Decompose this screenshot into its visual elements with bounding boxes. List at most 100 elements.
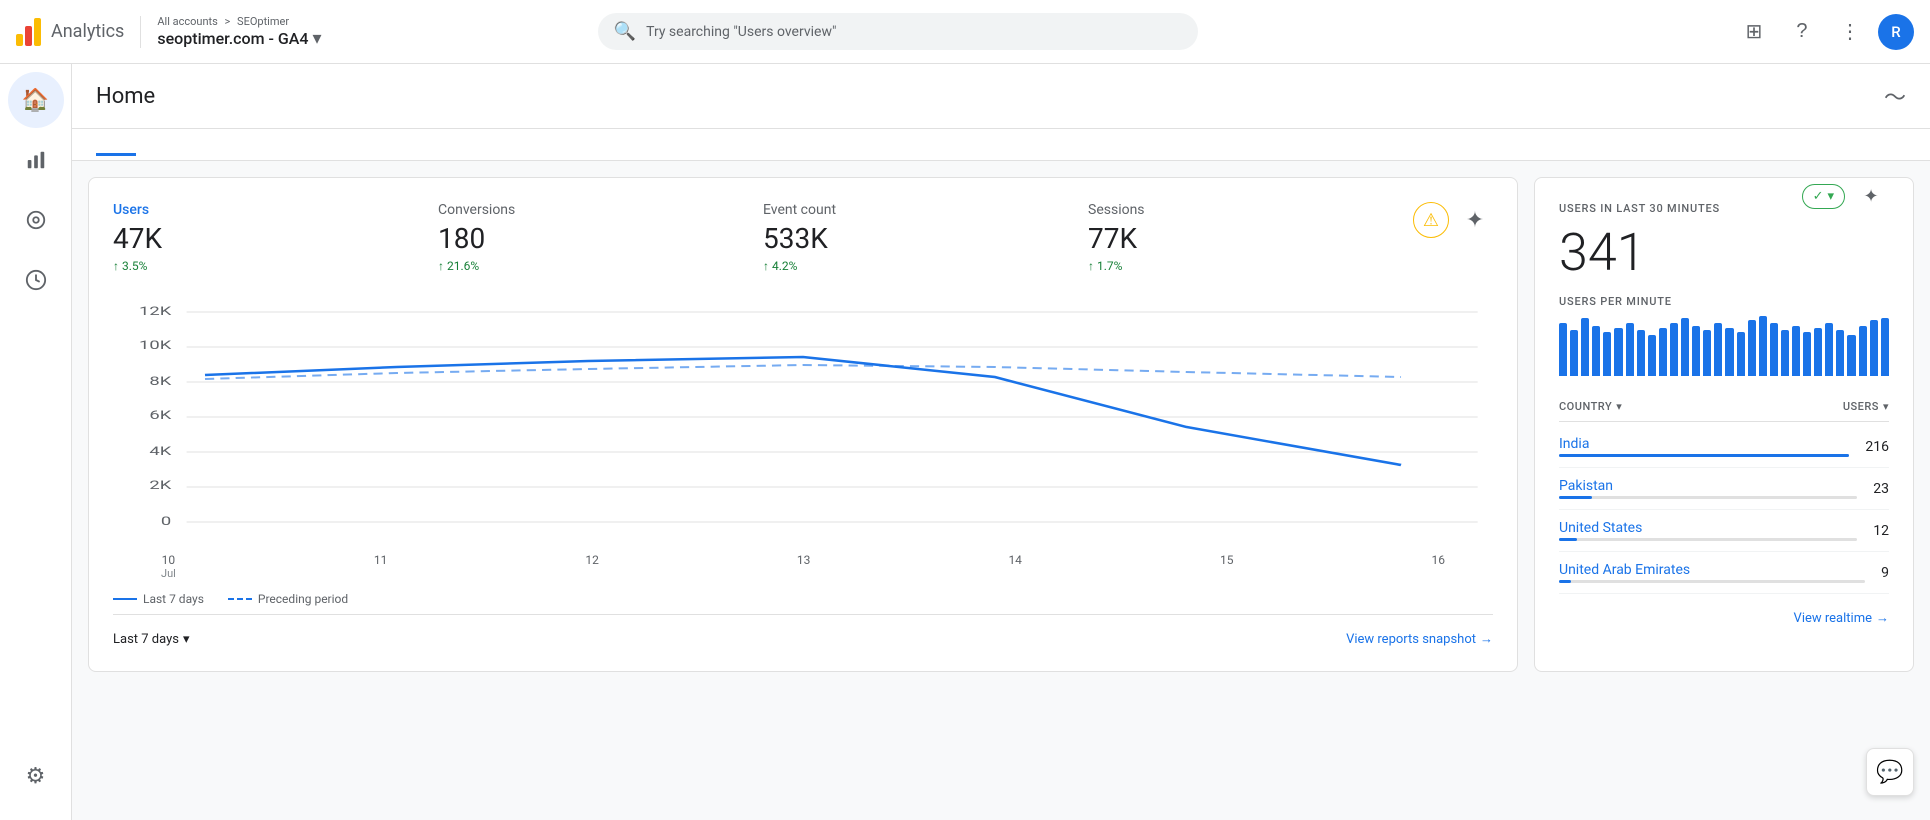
metric-event-count[interactable]: Event count 533K 4.2% xyxy=(763,202,1056,273)
date-selector[interactable]: Last 7 days ▾ xyxy=(113,632,190,647)
country-name[interactable]: United Arab Emirates xyxy=(1559,562,1865,578)
content-area: Home 〜 Users 47K 3.5% Conversions xyxy=(72,64,1930,820)
page-title: Home xyxy=(96,84,155,109)
chart-x-label-14: 14 xyxy=(1008,553,1022,580)
bar xyxy=(1603,332,1611,376)
metric-conversions-value: 180 xyxy=(438,222,731,255)
page-header: Home 〜 xyxy=(72,64,1930,129)
bar xyxy=(1814,328,1822,376)
help-button[interactable]: ? xyxy=(1782,12,1822,52)
country-value: 9 xyxy=(1881,565,1889,581)
rt-actions: ✓ ▾ ✦ xyxy=(1802,178,1889,214)
bar xyxy=(1737,332,1745,376)
metric-users-value: 47K xyxy=(113,222,406,255)
users-sort-icon: ▾ xyxy=(1883,400,1889,413)
sidebar-item-home[interactable]: 🏠 xyxy=(8,72,64,128)
metric-sessions-label: Sessions xyxy=(1088,202,1381,218)
sidebar-settings[interactable]: ⚙ xyxy=(8,748,64,804)
realtime-card: USERS IN LAST 30 MINUTES ✓ ▾ ✦ 341 USERS… xyxy=(1534,177,1914,672)
metric-event-count-change: 4.2% xyxy=(763,259,1056,273)
bar xyxy=(1836,330,1844,376)
progress-bar xyxy=(1559,580,1571,583)
country-name[interactable]: Pakistan xyxy=(1559,478,1857,494)
card-footer: Last 7 days ▾ View reports snapshot → xyxy=(113,614,1493,647)
table-header: COUNTRY ▾ USERS ▾ xyxy=(1559,392,1889,422)
chart-x-label-11: 11 xyxy=(374,553,388,580)
bar xyxy=(1637,330,1645,376)
country-name[interactable]: India xyxy=(1559,436,1849,452)
legend-preceding-label: Preceding period xyxy=(258,592,348,606)
sidebar-item-explore[interactable] xyxy=(8,192,64,248)
progress-bar xyxy=(1559,496,1592,499)
breadcrumb: All accounts > SEOptimer seoptimer.com -… xyxy=(157,15,321,49)
bar xyxy=(1614,328,1622,376)
arrow-icon: → xyxy=(1480,631,1493,647)
logo-bar-2 xyxy=(25,26,32,46)
search-icon: 🔍 xyxy=(614,21,636,42)
chart-x-label-10: 10 Jul xyxy=(161,553,176,580)
bar xyxy=(1859,326,1867,376)
tab-bar xyxy=(72,129,1930,161)
country-name[interactable]: United States xyxy=(1559,520,1857,536)
country-cell: United States xyxy=(1559,520,1857,541)
country-value: 23 xyxy=(1873,481,1889,497)
legend-line-preceding xyxy=(228,598,252,600)
main-chart-card: Users 47K 3.5% Conversions 180 21.6% Eve… xyxy=(88,177,1518,672)
rt-footer: View realtime → xyxy=(1559,610,1889,626)
sidebar-item-reports[interactable] xyxy=(8,132,64,188)
legend-current: Last 7 days xyxy=(113,592,204,606)
view-reports-link[interactable]: View reports snapshot → xyxy=(1346,631,1493,647)
progress-bar xyxy=(1559,454,1849,457)
sparkle-button[interactable]: ✦ xyxy=(1457,202,1493,238)
analytics-logo xyxy=(16,18,41,46)
account-name: SEOptimer xyxy=(237,15,289,28)
metric-sessions[interactable]: Sessions 77K 1.7% xyxy=(1088,202,1381,273)
avatar[interactable]: R xyxy=(1878,14,1914,50)
metric-conversions[interactable]: Conversions 180 21.6% xyxy=(438,202,731,273)
country-col-header[interactable]: COUNTRY ▾ xyxy=(1559,400,1622,413)
main-layout: 🏠 ⚙ Home 〜 Users xyxy=(0,64,1930,820)
users-col-header[interactable]: USERS ▾ xyxy=(1843,400,1889,413)
chart-legend: Last 7 days Preceding period xyxy=(113,592,1493,606)
chevron-down-icon: ▾ xyxy=(313,28,322,49)
bar xyxy=(1692,326,1700,376)
alert-icon[interactable]: ⚠ xyxy=(1413,202,1449,238)
users-per-minute-chart xyxy=(1559,316,1889,376)
svg-text:6K: 6K xyxy=(149,408,171,422)
rt-check-button[interactable]: ✓ ▾ xyxy=(1802,184,1845,209)
view-realtime-link[interactable]: View realtime → xyxy=(1559,610,1889,626)
bar xyxy=(1770,323,1778,376)
progress-bar-wrap xyxy=(1559,496,1857,499)
check-icon: ✓ xyxy=(1813,189,1824,204)
metric-users[interactable]: Users 47K 3.5% xyxy=(113,202,406,273)
bar xyxy=(1759,316,1767,376)
property-selector[interactable]: seoptimer.com - GA4 ▾ xyxy=(157,28,321,49)
metric-conversions-label: Conversions xyxy=(438,202,731,218)
chart-x-label-13: 13 xyxy=(797,553,811,580)
search-bar[interactable]: 🔍 Try searching "Users overview" xyxy=(598,13,1198,50)
rt-sparkle-button[interactable]: ✦ xyxy=(1853,178,1889,214)
more-button[interactable]: ⋮ xyxy=(1830,12,1870,52)
date-range-label: Last 7 days xyxy=(113,632,179,647)
chart-area: 12K 10K 8K 6K 4K 2K 0 xyxy=(113,297,1493,537)
chart-x-label-15: 15 xyxy=(1220,553,1234,580)
bar xyxy=(1659,328,1667,376)
bar xyxy=(1626,323,1634,376)
all-accounts-link[interactable]: All accounts xyxy=(157,15,217,28)
metric-event-count-value: 533K xyxy=(763,222,1056,255)
chat-button[interactable]: 💬 xyxy=(1866,748,1914,796)
sparkline-button[interactable]: 〜 xyxy=(1884,80,1906,112)
bar xyxy=(1803,332,1811,376)
bar xyxy=(1781,330,1789,376)
country-table: India 216 Pakistan 23 United States xyxy=(1559,426,1889,594)
chart-x-label-16: 16 xyxy=(1432,553,1446,580)
table-row: United States 12 xyxy=(1559,510,1889,552)
rt-arrow-icon: → xyxy=(1876,610,1889,626)
logo-area: Analytics xyxy=(16,18,124,46)
search-placeholder: Try searching "Users overview" xyxy=(646,24,836,40)
apps-button[interactable]: ⊞ xyxy=(1734,12,1774,52)
sidebar-item-advertising[interactable] xyxy=(8,252,64,308)
tab-overview[interactable] xyxy=(96,129,136,156)
bar xyxy=(1670,323,1678,376)
legend-current-label: Last 7 days xyxy=(143,592,204,606)
